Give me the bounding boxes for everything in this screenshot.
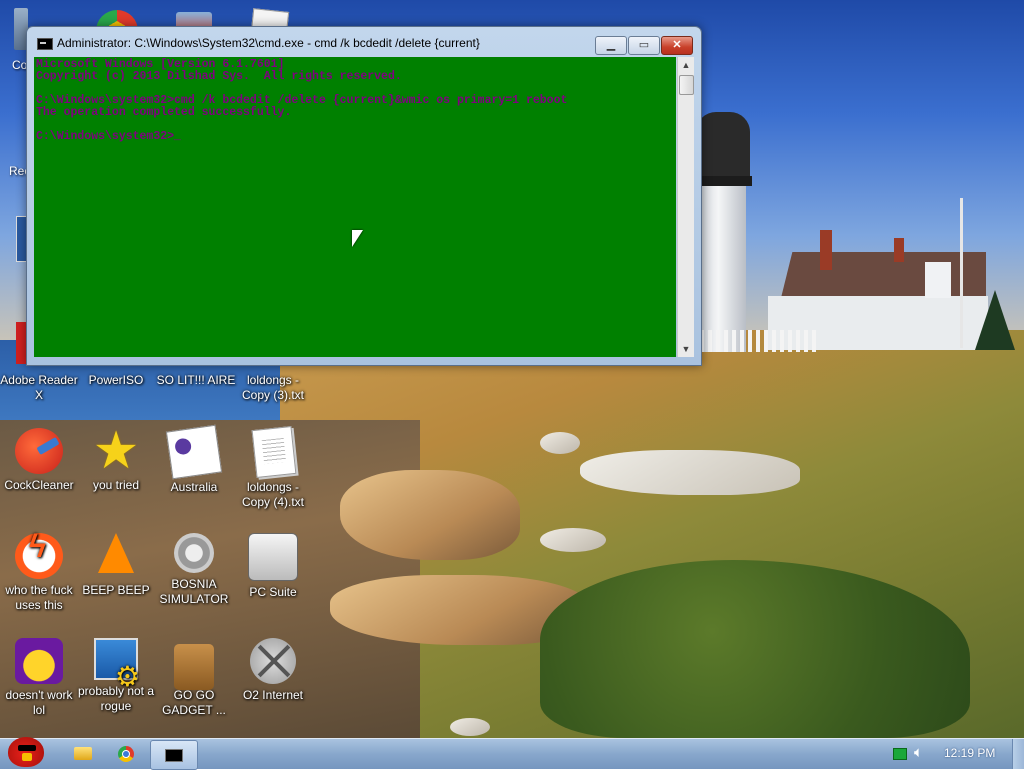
- desktop-icon-label: BEEP BEEP: [82, 583, 150, 597]
- wallpaper-fence: [700, 330, 820, 352]
- desktop-icon-label: CockCleaner: [4, 478, 74, 492]
- desktop-icon-australia[interactable]: Australia: [155, 424, 233, 495]
- gear-icon: [174, 533, 214, 573]
- desktop-icon-label: Adobe Reader X: [0, 373, 78, 402]
- phone-icon: [248, 533, 298, 581]
- desktop-icon-so-lit-aire[interactable]: SO LIT!!! AIRE: [155, 373, 237, 388]
- desktop-icon-doesnt-work[interactable]: doesn't work lol: [0, 638, 78, 718]
- chrome-icon: [118, 746, 134, 762]
- settings-monitor-icon: [94, 638, 140, 684]
- wallpaper-rock: [340, 470, 520, 560]
- taskbar-clock[interactable]: 12:19 PM: [944, 746, 995, 760]
- desktop-icon-label: O2 Internet: [242, 688, 304, 702]
- desktop-icon-who-uses-this[interactable]: ϟ who the fuck uses this: [0, 530, 78, 613]
- star-icon: ★: [92, 422, 140, 480]
- desktop-icon-o2-internet[interactable]: O2 Internet: [234, 638, 312, 703]
- desktop-icon-label: PowerISO: [88, 373, 144, 387]
- console-output: Microsoft Windows [Version 6.1.7601] Cop…: [36, 58, 568, 143]
- desktop-icon-beep-beep[interactable]: BEEP BEEP: [77, 533, 155, 598]
- folder-icon: [74, 747, 92, 760]
- desktop-icon-loldongs-copy-4[interactable]: loldongs - Copy (4).txt: [234, 426, 312, 510]
- taskbar[interactable]: 🔈︎ 12:19 PM: [0, 737, 1024, 770]
- document-icon: [165, 424, 223, 480]
- maximize-button[interactable]: ▭: [628, 36, 660, 55]
- wallpaper-rock: [580, 450, 800, 495]
- start-button[interactable]: [2, 733, 50, 771]
- ccleaner-icon: [15, 428, 63, 474]
- console-area[interactable]: Microsoft Windows [Version 6.1.7601] Cop…: [34, 57, 676, 357]
- wallpaper-chimney: [820, 230, 832, 270]
- desktop-icon-go-go-gadget[interactable]: GO GO GADGET ...: [155, 638, 233, 718]
- desktop-icon-label: BOSNIA SIMULATOR: [159, 577, 229, 606]
- wallpaper-dormer: [925, 262, 951, 298]
- wallpaper-stone: [540, 432, 580, 454]
- desktop-icon-label: PC Suite: [249, 585, 297, 599]
- close-button[interactable]: ✕: [661, 36, 693, 55]
- mouse-pointer-icon: [352, 230, 363, 247]
- cmd-icon: [165, 749, 183, 762]
- volume-tray-icon[interactable]: 🔈︎: [914, 744, 923, 761]
- vlc-cone-icon: [92, 533, 140, 579]
- desktop-icon-adobe-reader[interactable]: Adobe Reader X: [0, 373, 78, 403]
- text-file-icon: [251, 426, 297, 478]
- desktop-icon-label: who the fuck uses this: [5, 583, 73, 612]
- show-desktop-button[interactable]: [1012, 739, 1024, 769]
- wallpaper-flagpole: [960, 198, 963, 348]
- desktop-icon-pc-suite[interactable]: PC Suite: [234, 533, 312, 600]
- o2-internet-icon: [250, 638, 296, 684]
- wallpaper-house-roof: [780, 252, 986, 302]
- wallpaper-stone: [540, 528, 606, 552]
- vertical-scrollbar[interactable]: ▲ ▼: [677, 57, 694, 357]
- adobe-reader-icon[interactable]: [16, 322, 26, 364]
- desktop-icon-label: Australia: [170, 480, 218, 494]
- cmd-window[interactable]: Administrator: C:\Windows\System32\cmd.e…: [26, 26, 702, 366]
- scroll-up-arrow-icon[interactable]: ▲: [678, 57, 694, 73]
- cmd-window-title: Administrator: C:\Windows\System32\cmd.e…: [57, 36, 480, 50]
- scroll-down-arrow-icon[interactable]: ▼: [678, 341, 694, 357]
- wallpaper-chimney: [894, 238, 904, 262]
- wallpaper-stone: [450, 718, 490, 736]
- desktop-icon-label: you tried: [92, 478, 140, 492]
- wallpaper-lighthouse-lantern: [696, 112, 750, 182]
- minimize-button[interactable]: ▁: [595, 36, 627, 55]
- briefcase-icon: [174, 644, 214, 690]
- desktop-icon-label: GO GO GADGET ...: [162, 688, 226, 717]
- desktop-icon-you-tried[interactable]: ★ you tried: [77, 422, 155, 493]
- desktop-icon-loldongs-copy-3[interactable]: loldongs - Copy (3).txt: [234, 373, 312, 403]
- desktop-icon-probably-not-a-rogue[interactable]: probably not a rogue: [77, 638, 155, 714]
- desktop-icon-ccleaner[interactable]: CockCleaner: [0, 428, 78, 493]
- desktop-icon-label: SO LIT!!! AIRE: [156, 373, 236, 387]
- cmd-icon[interactable]: [37, 38, 53, 50]
- desktop-icon-label: doesn't work lol: [5, 688, 73, 717]
- taskbar-google-chrome[interactable]: [106, 740, 146, 768]
- cmd-title-bar[interactable]: Administrator: C:\Windows\System32\cmd.e…: [27, 27, 701, 57]
- wallpaper-lighthouse-rail: [694, 176, 752, 186]
- desktop-icon-label: loldongs - Copy (3).txt: [241, 373, 304, 402]
- desktop-icon-label: loldongs - Copy (4).txt: [241, 480, 304, 509]
- desktop-icon-bosnia-simulator[interactable]: BOSNIA SIMULATOR: [155, 533, 233, 607]
- taskbar-command-prompt[interactable]: [150, 740, 198, 770]
- taskbar-windows-explorer[interactable]: [62, 740, 102, 768]
- network-tray-icon[interactable]: [893, 748, 907, 760]
- flash-icon: ϟ: [15, 530, 63, 579]
- yahoo-messenger-icon: [15, 638, 63, 684]
- desktop-icon-poweriso[interactable]: PowerISO: [77, 373, 155, 388]
- scrollbar-thumb[interactable]: [679, 75, 694, 95]
- angry-bird-icon: [8, 737, 44, 767]
